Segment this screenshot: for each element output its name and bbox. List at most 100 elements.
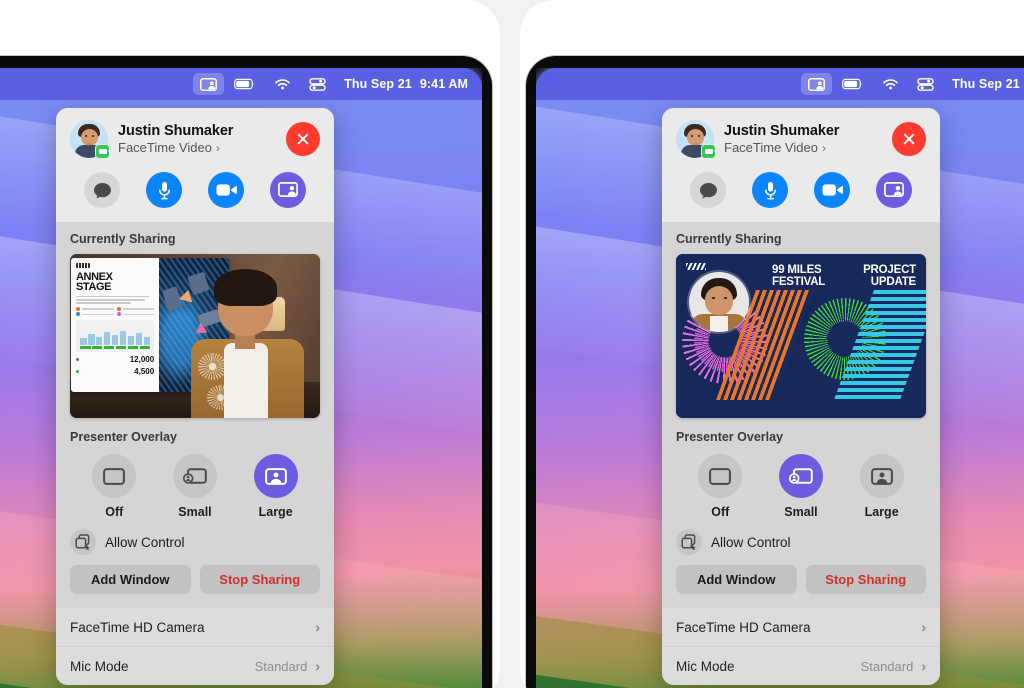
end-call-button[interactable] (286, 122, 320, 156)
slide-title-right-line1: PROJECT (863, 264, 916, 276)
menu-bar-date: Thu Sep 21 (344, 77, 412, 91)
add-window-button[interactable]: Add Window (676, 565, 797, 594)
stop-sharing-button[interactable]: Stop Sharing (199, 565, 320, 594)
chevron-right-icon: › (315, 619, 320, 635)
screen-share-icon (884, 182, 904, 197)
shared-screen-preview-right[interactable]: 99 MILES FESTIVAL PROJECT UPDATE (676, 254, 926, 418)
overlay-off-icon (698, 454, 743, 498)
screen-sharing-icon[interactable] (801, 73, 833, 95)
presenter-overlay-options-right: Off Small Large (676, 444, 926, 521)
row-facetime-hd-camera[interactable]: FaceTime HD Camera › (662, 608, 940, 646)
allow-control-icon (676, 529, 702, 555)
microphone-icon (158, 181, 170, 199)
overlay-option-small[interactable]: Small (765, 454, 837, 519)
screen-sharing-icon[interactable] (193, 73, 225, 95)
screen-share-button[interactable] (876, 172, 912, 208)
sharing-section-left: Currently Sharing ANNEX STAGE 12,000 4,5… (56, 222, 334, 608)
overlay-small-icon (778, 454, 823, 498)
microphone-button[interactable] (752, 172, 788, 208)
overlay-option-large[interactable]: Large (846, 454, 918, 519)
call-controls-row-right (676, 158, 926, 222)
video-camera-icon (216, 184, 237, 196)
microphone-icon (764, 181, 776, 199)
row-mic-mode[interactable]: Mic Mode Standard › (56, 646, 334, 685)
device-screen-left: Thu Sep 21 9:41 AM Justin Shumaker FaceT… (0, 68, 482, 688)
screen-share-button[interactable] (270, 172, 306, 208)
row-label: Mic Mode (676, 658, 735, 674)
row-mic-mode[interactable]: Mic Mode Standard › (662, 646, 940, 685)
chat-bubble-icon (699, 182, 717, 198)
overlay-option-small[interactable]: Small (159, 454, 231, 519)
slide-title-left-line1: 99 MILES (772, 264, 822, 276)
overlay-option-small-label: Small (178, 505, 212, 519)
sharing-section-right: Currently Sharing 99 MILES FESTIVAL PROJ… (662, 222, 940, 608)
allow-control-row[interactable]: Allow Control (676, 521, 926, 565)
row-label: FaceTime HD Camera (70, 619, 205, 635)
facetime-popover-right: Justin Shumaker FaceTime Video › Current… (662, 108, 940, 685)
overlay-option-off[interactable]: Off (684, 454, 756, 519)
screenshot-stage: Thu Sep 21 9:41 AM Justin Shumaker FaceT… (0, 0, 1024, 688)
shared-screen-preview-left[interactable]: ANNEX STAGE 12,000 4,500 (70, 254, 320, 418)
slide-stat-2: 4,500 (134, 367, 155, 377)
call-type-row[interactable]: FaceTime Video › (724, 140, 882, 156)
menu-bar-clock[interactable]: Thu Sep 21 9:41 AM (344, 77, 468, 91)
video-button[interactable] (208, 172, 244, 208)
device-bezel-left: Thu Sep 21 9:41 AM Justin Shumaker FaceT… (0, 56, 492, 688)
allow-control-row[interactable]: Allow Control (70, 521, 320, 565)
overlay-option-large-label: Large (258, 505, 293, 519)
overlay-option-large[interactable]: Large (240, 454, 312, 519)
menu-bar-right: Thu Sep 21 9:41 AM (536, 68, 1024, 100)
stop-sharing-button[interactable]: Stop Sharing (805, 565, 926, 594)
slide-title-left-line2: FESTIVAL (772, 276, 826, 289)
menu-bar-date: Thu Sep 21 (952, 77, 1020, 91)
avatar (70, 120, 110, 159)
popover-settings-list-left: FaceTime HD Camera › Mic Mode Standard › (56, 608, 334, 685)
overlay-off-icon (92, 454, 137, 498)
wifi-icon[interactable] (266, 73, 299, 95)
presenter-overlay-large (183, 254, 321, 418)
chevron-right-icon: › (921, 658, 926, 674)
end-call-button[interactable] (892, 122, 926, 156)
presenter-overlay-options-left: Off Small Large (70, 444, 320, 521)
overlay-option-off[interactable]: Off (78, 454, 150, 519)
row-label: Mic Mode (70, 658, 129, 674)
chevron-right-icon: › (315, 658, 320, 674)
slide-title-line2: STAGE (76, 281, 112, 294)
slide-title-right-line2: UPDATE (870, 276, 916, 289)
device-screen-right: Thu Sep 21 9:41 AM (536, 68, 1024, 688)
chat-bubble-icon (93, 182, 111, 198)
battery-icon[interactable] (834, 73, 872, 95)
sharing-actions-left: Add Window Stop Sharing (70, 565, 320, 596)
battery-icon[interactable] (226, 73, 264, 95)
video-button[interactable] (814, 172, 850, 208)
currently-sharing-label: Currently Sharing (70, 232, 176, 246)
menu-bar-left: Thu Sep 21 9:41 AM (0, 68, 482, 100)
control-center-icon[interactable] (301, 73, 334, 95)
chevron-right-icon: › (215, 140, 220, 155)
video-camera-icon (822, 184, 843, 196)
microphone-button[interactable] (146, 172, 182, 208)
messages-button[interactable] (690, 172, 726, 208)
row-label: FaceTime HD Camera (676, 619, 811, 635)
messages-button[interactable] (84, 172, 120, 208)
wifi-icon[interactable] (874, 73, 907, 95)
close-icon (296, 132, 310, 146)
slide-title-right: PROJECT UPDATE (863, 264, 916, 289)
slide-stat-1: 12,000 (129, 355, 155, 365)
call-type-label: FaceTime Video (118, 139, 212, 155)
popover-settings-list-right: FaceTime HD Camera › Mic Mode Standard › (662, 608, 940, 685)
caller-name: Justin Shumaker (724, 122, 840, 139)
overlay-option-off-label: Off (711, 505, 730, 519)
popover-header-right: Justin Shumaker FaceTime Video › (662, 108, 940, 222)
allow-control-label: Allow Control (711, 534, 791, 550)
row-facetime-hd-camera[interactable]: FaceTime HD Camera › (56, 608, 334, 646)
device-left: Thu Sep 21 9:41 AM Justin Shumaker FaceT… (0, 0, 500, 688)
presenter-overlay-small (689, 272, 749, 332)
overlay-option-off-label: Off (105, 505, 124, 519)
add-window-button[interactable]: Add Window (70, 565, 191, 594)
popover-header-left: Justin Shumaker FaceTime Video › (56, 108, 334, 222)
call-type-row[interactable]: FaceTime Video › (118, 140, 276, 156)
control-center-icon[interactable] (909, 73, 942, 95)
row-value: Standard (860, 658, 914, 674)
menu-bar-clock[interactable]: Thu Sep 21 9:41 AM (952, 77, 1024, 91)
